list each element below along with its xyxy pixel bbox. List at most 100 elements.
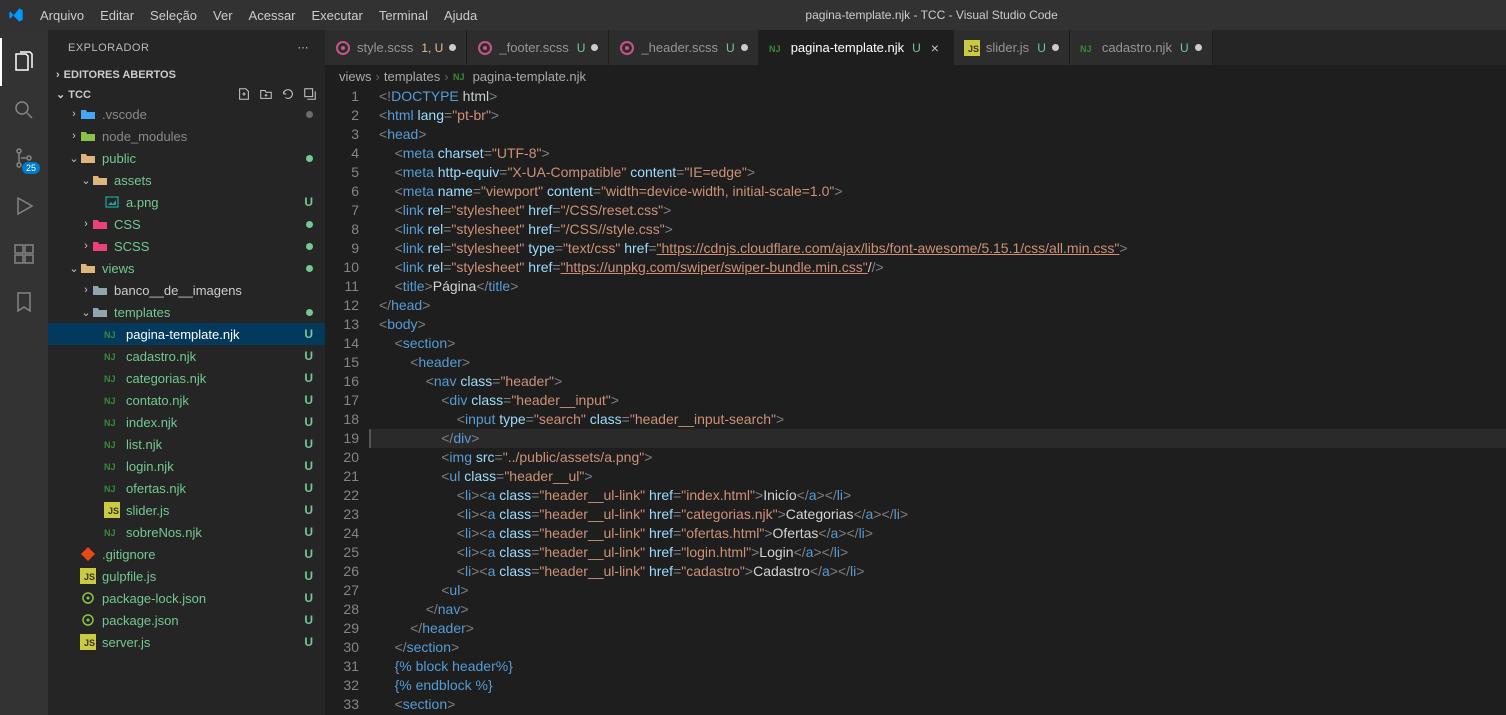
menu-ver[interactable]: Ver bbox=[205, 8, 241, 23]
tree-item-list-njk[interactable]: NJlist.njkU bbox=[48, 433, 325, 455]
tree-item-server-js[interactable]: JSserver.jsU bbox=[48, 631, 325, 653]
code-line-12[interactable]: </head> bbox=[375, 296, 1506, 315]
code-line-18[interactable]: <input type="search" class="header__inpu… bbox=[375, 410, 1506, 429]
svg-text:NJ: NJ bbox=[104, 396, 116, 406]
code-line-7[interactable]: <link rel="stylesheet" href="/CSS/reset.… bbox=[375, 201, 1506, 220]
tree-item--gitignore[interactable]: .gitignoreU bbox=[48, 543, 325, 565]
editor-tabs: style.scss1, U_footer.scssU_header.scssU… bbox=[325, 30, 1506, 65]
activity-debug[interactable] bbox=[0, 182, 48, 230]
tree-item-scss[interactable]: ›SCSS bbox=[48, 235, 325, 257]
svg-text:NJ: NJ bbox=[104, 440, 116, 450]
tree-item-pagina-template-njk[interactable]: NJpagina-template.njkU bbox=[48, 323, 325, 345]
tree-item-package-lock-json[interactable]: package-lock.jsonU bbox=[48, 587, 325, 609]
code-line-11[interactable]: <title>Página</title> bbox=[375, 277, 1506, 296]
code-line-29[interactable]: </header> bbox=[375, 619, 1506, 638]
code-line-2[interactable]: <html lang="pt-br"> bbox=[375, 106, 1506, 125]
code-line-28[interactable]: </nav> bbox=[375, 600, 1506, 619]
code-line-32[interactable]: {% endblock %} bbox=[375, 676, 1506, 695]
code-line-26[interactable]: <li><a class="header__ul-link" href="cad… bbox=[375, 562, 1506, 581]
code-line-16[interactable]: <nav class="header"> bbox=[375, 372, 1506, 391]
tab-pagina-template-njk[interactable]: NJpagina-template.njkU× bbox=[759, 30, 954, 65]
code-line-15[interactable]: <header> bbox=[375, 353, 1506, 372]
tab-style-scss[interactable]: style.scss1, U bbox=[325, 30, 467, 65]
tab-close-icon[interactable]: × bbox=[927, 40, 943, 56]
tree-item-css[interactable]: ›CSS bbox=[48, 213, 325, 235]
menu-editar[interactable]: Editar bbox=[92, 8, 142, 23]
menu-executar[interactable]: Executar bbox=[304, 8, 371, 23]
tree-item-a-png[interactable]: a.pngU bbox=[48, 191, 325, 213]
svg-text:NJ: NJ bbox=[104, 374, 116, 384]
tree-item-cadastro-njk[interactable]: NJcadastro.njkU bbox=[48, 345, 325, 367]
explorer-sidebar: EXPLORADOR ⋯ ›EDITORES ABERTOS ⌄ TCC ›.v… bbox=[48, 30, 325, 715]
tree-item--vscode[interactable]: ›.vscode bbox=[48, 103, 325, 125]
code-line-3[interactable]: <head> bbox=[375, 125, 1506, 144]
code-line-30[interactable]: </section> bbox=[375, 638, 1506, 657]
code-line-13[interactable]: <body> bbox=[375, 315, 1506, 334]
code-line-25[interactable]: <li><a class="header__ul-link" href="log… bbox=[375, 543, 1506, 562]
svg-text:JS: JS bbox=[84, 572, 95, 582]
menu-seleção[interactable]: Seleção bbox=[142, 8, 205, 23]
code-line-23[interactable]: <li><a class="header__ul-link" href="cat… bbox=[375, 505, 1506, 524]
code-line-5[interactable]: <meta http-equiv="X-UA-Compatible" conte… bbox=[375, 163, 1506, 182]
activity-extensions[interactable] bbox=[0, 230, 48, 278]
svg-text:NJ: NJ bbox=[104, 462, 116, 472]
tree-item-banco--de--imagens[interactable]: ›banco__de__imagens bbox=[48, 279, 325, 301]
code-line-33[interactable]: <section> bbox=[375, 695, 1506, 714]
code-line-14[interactable]: <section> bbox=[375, 334, 1506, 353]
tree-item-assets[interactable]: ⌄assets bbox=[48, 169, 325, 191]
activity-bookmark[interactable] bbox=[0, 278, 48, 326]
tree-item-categorias-njk[interactable]: NJcategorias.njkU bbox=[48, 367, 325, 389]
activity-explorer[interactable] bbox=[0, 38, 48, 86]
code-line-22[interactable]: <li><a class="header__ul-link" href="ind… bbox=[375, 486, 1506, 505]
line-gutter: 1234567891011121314151617181920212223242… bbox=[325, 87, 375, 715]
code-line-24[interactable]: <li><a class="header__ul-link" href="ofe… bbox=[375, 524, 1506, 543]
tree-item-contato-njk[interactable]: NJcontato.njkU bbox=[48, 389, 325, 411]
tab-slider-js[interactable]: JSslider.jsU bbox=[954, 30, 1070, 65]
tree-item-package-json[interactable]: package.jsonU bbox=[48, 609, 325, 631]
tree-item-views[interactable]: ⌄views bbox=[48, 257, 325, 279]
code-line-31[interactable]: {% block header%} bbox=[375, 657, 1506, 676]
activity-search[interactable] bbox=[0, 86, 48, 134]
code-line-6[interactable]: <meta name="viewport" content="width=dev… bbox=[375, 182, 1506, 201]
tree-item-index-njk[interactable]: NJindex.njkU bbox=[48, 411, 325, 433]
svg-text:JS: JS bbox=[108, 506, 119, 516]
tab--footer-scss[interactable]: _footer.scssU bbox=[467, 30, 609, 65]
code-line-4[interactable]: <meta charset="UTF-8"> bbox=[375, 144, 1506, 163]
tree-item-slider-js[interactable]: JSslider.jsU bbox=[48, 499, 325, 521]
collapse-icon[interactable] bbox=[303, 87, 317, 101]
menu-arquivo[interactable]: Arquivo bbox=[32, 8, 92, 23]
code-line-21[interactable]: <ul class="header__ul"> bbox=[375, 467, 1506, 486]
breadcrumb[interactable]: views› templates› NJ pagina-template.njk bbox=[325, 65, 1506, 87]
code-line-20[interactable]: <img src="../public/assets/a.png"> bbox=[375, 448, 1506, 467]
menu-acessar[interactable]: Acessar bbox=[241, 8, 304, 23]
code-line-19[interactable]: </div> bbox=[369, 429, 1506, 448]
code-line-27[interactable]: <ul> bbox=[375, 581, 1506, 600]
code-line-9[interactable]: <link rel="stylesheet" type="text/css" h… bbox=[375, 239, 1506, 258]
new-file-icon[interactable] bbox=[237, 87, 251, 101]
tab--header-scss[interactable]: _header.scssU bbox=[609, 30, 758, 65]
code-line-17[interactable]: <div class="header__input"> bbox=[375, 391, 1506, 410]
code-line-8[interactable]: <link rel="stylesheet" href="/CSS//style… bbox=[375, 220, 1506, 239]
open-editors-section[interactable]: ›EDITORES ABERTOS bbox=[48, 65, 325, 85]
activity-scm[interactable]: 25 bbox=[0, 134, 48, 182]
tree-item-gulpfile-js[interactable]: JSgulpfile.jsU bbox=[48, 565, 325, 587]
tree-item-node-modules[interactable]: ›node_modules bbox=[48, 125, 325, 147]
tree-item-login-njk[interactable]: NJlogin.njkU bbox=[48, 455, 325, 477]
code-line-10[interactable]: <link rel="stylesheet" href="https://unp… bbox=[375, 258, 1506, 277]
tree-item-sobrenos-njk[interactable]: NJsobreNos.njkU bbox=[48, 521, 325, 543]
folder-root[interactable]: ⌄ TCC bbox=[48, 85, 325, 103]
refresh-icon[interactable] bbox=[281, 87, 295, 101]
new-folder-icon[interactable] bbox=[259, 87, 273, 101]
tree-item-public[interactable]: ⌄public bbox=[48, 147, 325, 169]
window-title: pagina-template.njk - TCC - Visual Studi… bbox=[485, 8, 1378, 22]
tree-item-ofertas-njk[interactable]: NJofertas.njkU bbox=[48, 477, 325, 499]
explorer-more-icon[interactable]: ⋯ bbox=[298, 41, 310, 54]
vscode-logo-icon bbox=[8, 7, 24, 23]
explorer-header: EXPLORADOR ⋯ bbox=[48, 30, 325, 65]
menu-terminal[interactable]: Terminal bbox=[371, 8, 436, 23]
tab-cadastro-njk[interactable]: NJcadastro.njkU bbox=[1070, 30, 1213, 65]
code-editor[interactable]: 1234567891011121314151617181920212223242… bbox=[325, 87, 1506, 715]
tree-item-templates[interactable]: ⌄templates bbox=[48, 301, 325, 323]
code-line-1[interactable]: <!DOCTYPE html> bbox=[375, 87, 1506, 106]
menu-ajuda[interactable]: Ajuda bbox=[436, 8, 485, 23]
